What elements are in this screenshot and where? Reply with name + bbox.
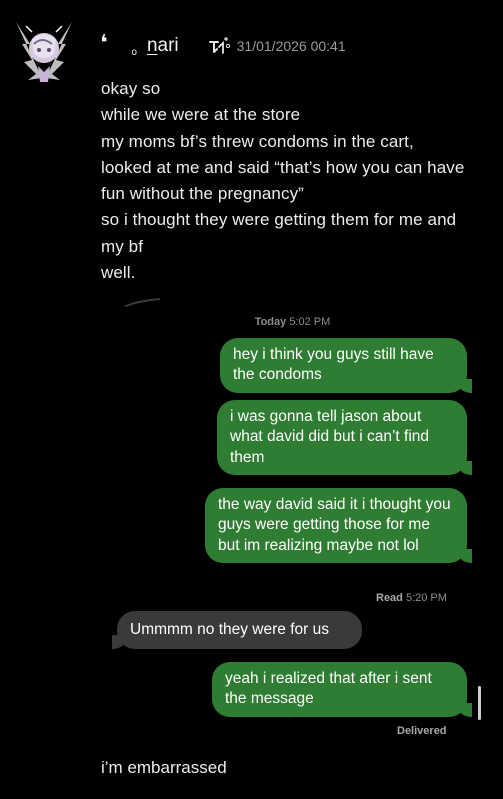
read-receipt: Read 5:20 PM bbox=[376, 592, 447, 604]
post-timestamp: 31/01/2026 00:41 bbox=[236, 38, 346, 54]
day-label-time: 5:02 PM bbox=[289, 316, 331, 328]
sent-message-bubble[interactable]: the way david said it i thought you guys… bbox=[205, 488, 472, 563]
message-line: okay so bbox=[101, 79, 161, 98]
post-closing-line: i’m embarrassed bbox=[101, 758, 227, 777]
received-message-bubble[interactable]: Ummmm no they were for us bbox=[112, 611, 362, 650]
message-line: my moms bf’s threw condoms in the cart, bbox=[101, 131, 414, 151]
sent-message-bubble[interactable]: i was gonna tell jason about what david … bbox=[217, 400, 472, 475]
deco-quote-glyph: ❛ bbox=[100, 30, 108, 55]
username[interactable]: nari bbox=[147, 35, 179, 57]
delivered-label: Delivered bbox=[397, 725, 447, 737]
post-header: ❛ ₒ nari 31/01/2026 00:41 bbox=[100, 30, 346, 59]
message-line: my bf bbox=[101, 236, 144, 256]
message-line: fun without the pregnancy” bbox=[101, 184, 304, 204]
message-line: looked at me and said “that’s how you ca… bbox=[101, 157, 465, 177]
stylized-t-sparkle-icon bbox=[207, 35, 231, 57]
message-line: while we were at the store bbox=[101, 105, 301, 125]
message-line: well. bbox=[101, 263, 136, 283]
conversation-day-label: Today 5:02 PM bbox=[0, 316, 503, 328]
day-label-day: Today bbox=[254, 316, 287, 328]
deco-small-glyph: ₒ bbox=[131, 41, 137, 57]
message-line: so i thought they were getting them for … bbox=[101, 210, 457, 230]
post-message-body: okay so while we were at the store my mo… bbox=[101, 76, 496, 286]
winged-character-avatar-icon bbox=[12, 14, 76, 90]
cropped-bubble-fragment bbox=[122, 294, 162, 308]
username-rest: ari bbox=[157, 35, 179, 56]
user-avatar[interactable] bbox=[12, 14, 76, 90]
username-initial: n bbox=[146, 35, 158, 56]
scroll-indicator[interactable] bbox=[478, 686, 481, 720]
read-receipt-time: 5:20 PM bbox=[405, 592, 447, 604]
sent-message-bubble[interactable]: hey i think you guys still have the cond… bbox=[220, 338, 472, 393]
sent-message-bubble[interactable]: yeah i realized that after i sent the me… bbox=[212, 662, 472, 717]
delivered-receipt: Delivered bbox=[397, 725, 447, 737]
read-receipt-label: Read bbox=[376, 592, 403, 604]
